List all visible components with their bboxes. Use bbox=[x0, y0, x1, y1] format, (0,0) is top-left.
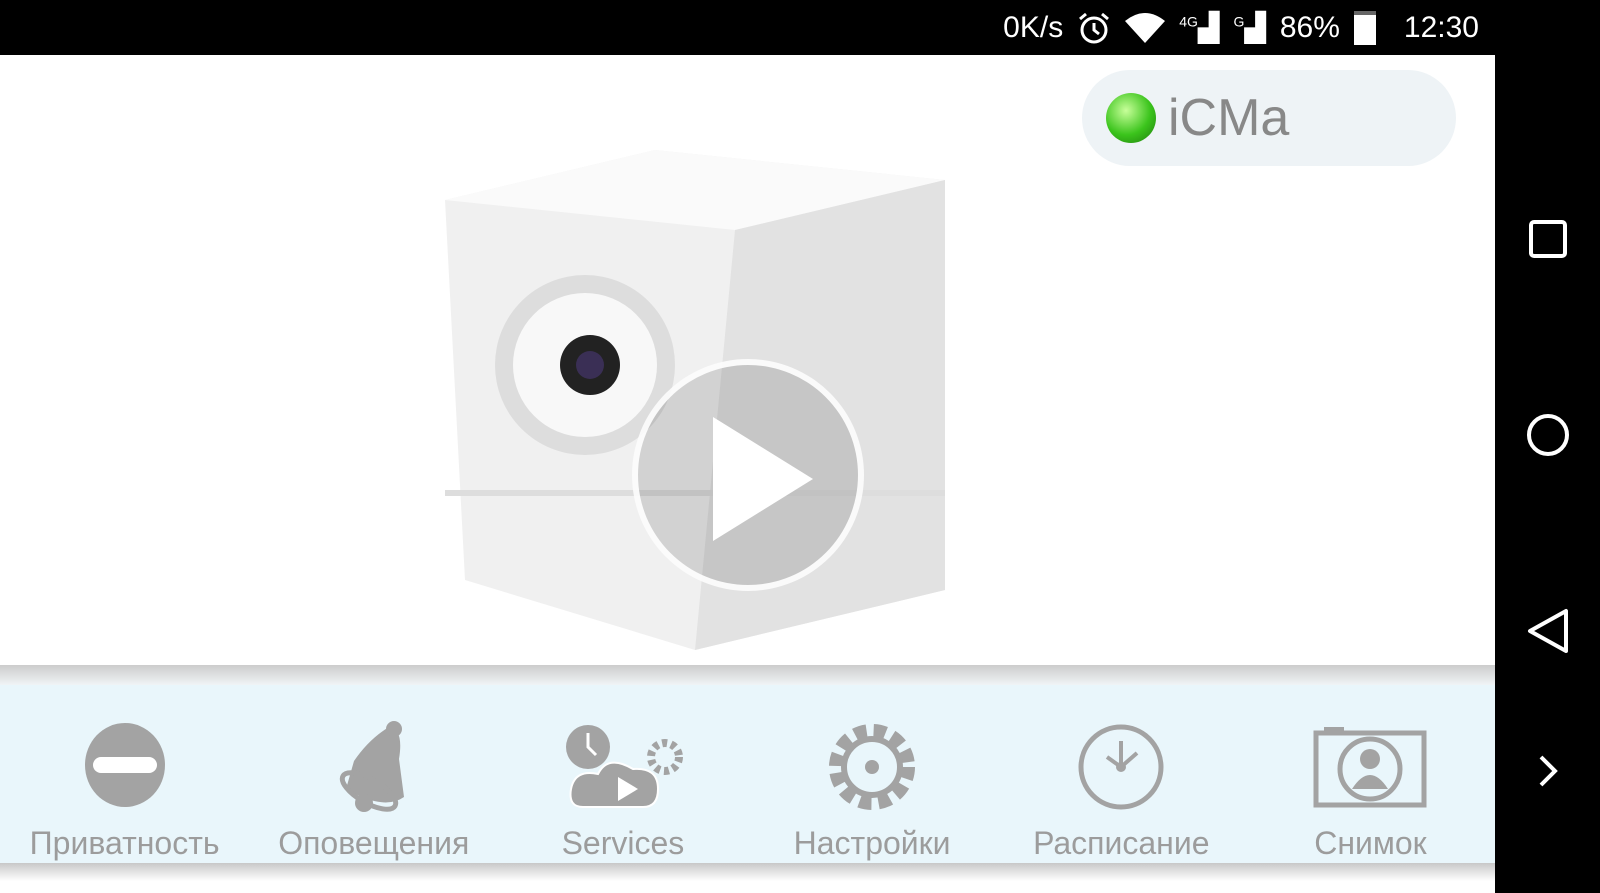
notifications-label: Оповещения bbox=[278, 825, 470, 861]
notifications-button[interactable]: Оповещения bbox=[249, 685, 498, 863]
toolbar-shadow bbox=[0, 665, 1495, 685]
circle-icon bbox=[1527, 414, 1569, 456]
net-speed: 0K/s bbox=[1003, 10, 1064, 44]
camera-name-badge[interactable]: iCMa bbox=[1082, 70, 1456, 166]
services-button[interactable]: Services bbox=[498, 685, 747, 863]
play-button[interactable] bbox=[632, 359, 864, 591]
settings-button[interactable]: Настройки bbox=[748, 685, 997, 863]
alarm-icon bbox=[1079, 12, 1110, 43]
signal-4g: 4G▟ bbox=[1179, 12, 1220, 43]
battery-percent: 86% bbox=[1279, 10, 1340, 44]
recent-apps-button[interactable] bbox=[1521, 212, 1575, 266]
battery-icon bbox=[1353, 10, 1376, 45]
wifi-icon bbox=[1125, 12, 1166, 43]
chevron-right-icon bbox=[1539, 755, 1558, 787]
schedule-label: Расписание bbox=[1033, 825, 1210, 861]
privacy-button[interactable]: Приватность bbox=[0, 685, 249, 863]
triangle-icon bbox=[1528, 609, 1568, 653]
more-button[interactable] bbox=[1521, 744, 1575, 798]
privacy-label: Приватность bbox=[29, 825, 220, 861]
bell-icon bbox=[339, 721, 404, 812]
privacy-icon bbox=[84, 723, 165, 807]
status-bar: 0K/s 4G▟ G▟ 86% 12:30 bbox=[0, 0, 1495, 55]
bottom-toolbar: Приватность Оповещения Services Настройк… bbox=[0, 685, 1495, 863]
camera-name: iCMa bbox=[1168, 89, 1290, 147]
navigation-bar bbox=[1495, 0, 1600, 893]
clock: 12:30 bbox=[1403, 10, 1479, 44]
snapshot-label: Снимок bbox=[1314, 825, 1427, 861]
bottom-edge bbox=[0, 863, 1495, 893]
clock-icon bbox=[1078, 724, 1164, 810]
square-icon bbox=[1529, 220, 1567, 258]
signal-g: G▟ bbox=[1233, 12, 1266, 43]
services-icon bbox=[565, 725, 683, 808]
back-button[interactable] bbox=[1521, 604, 1575, 658]
snapshot-button[interactable]: Снимок bbox=[1246, 685, 1495, 863]
gear-icon bbox=[829, 724, 916, 810]
camera-preview: iCMa bbox=[0, 55, 1495, 672]
online-status-icon bbox=[1106, 93, 1156, 143]
schedule-button[interactable]: Расписание bbox=[997, 685, 1246, 863]
home-button[interactable] bbox=[1521, 408, 1575, 462]
snapshot-icon bbox=[1313, 727, 1427, 808]
settings-label: Настройки bbox=[793, 825, 951, 861]
services-label: Services bbox=[561, 825, 685, 861]
